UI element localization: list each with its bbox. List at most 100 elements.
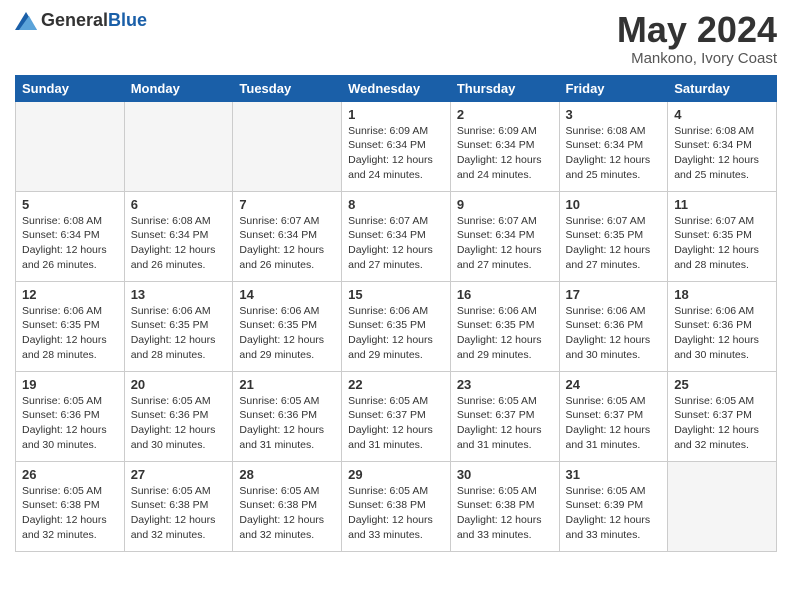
day-info: Sunrise: 6:09 AMSunset: 6:34 PMDaylight:… <box>348 125 433 181</box>
day-info: Sunrise: 6:05 AMSunset: 6:36 PMDaylight:… <box>22 395 107 451</box>
day-info: Sunrise: 6:06 AMSunset: 6:35 PMDaylight:… <box>348 305 433 361</box>
calendar-cell: 14 Sunrise: 6:06 AMSunset: 6:35 PMDaylig… <box>233 281 342 371</box>
calendar-cell: 11 Sunrise: 6:07 AMSunset: 6:35 PMDaylig… <box>668 191 777 281</box>
day-info: Sunrise: 6:09 AMSunset: 6:34 PMDaylight:… <box>457 125 542 181</box>
calendar-cell: 13 Sunrise: 6:06 AMSunset: 6:35 PMDaylig… <box>124 281 233 371</box>
day-number: 1 <box>348 107 444 122</box>
calendar-cell: 16 Sunrise: 6:06 AMSunset: 6:35 PMDaylig… <box>450 281 559 371</box>
day-number: 29 <box>348 467 444 482</box>
day-number: 6 <box>131 197 227 212</box>
day-info: Sunrise: 6:05 AMSunset: 6:38 PMDaylight:… <box>22 485 107 541</box>
day-number: 8 <box>348 197 444 212</box>
col-tuesday: Tuesday <box>233 75 342 101</box>
day-number: 21 <box>239 377 335 392</box>
day-number: 26 <box>22 467 118 482</box>
day-info: Sunrise: 6:05 AMSunset: 6:37 PMDaylight:… <box>566 395 651 451</box>
day-number: 16 <box>457 287 553 302</box>
day-info: Sunrise: 6:08 AMSunset: 6:34 PMDaylight:… <box>22 215 107 271</box>
calendar-cell: 10 Sunrise: 6:07 AMSunset: 6:35 PMDaylig… <box>559 191 668 281</box>
day-number: 10 <box>566 197 662 212</box>
title-block: May 2024 Mankono, Ivory Coast <box>617 10 777 67</box>
day-info: Sunrise: 6:06 AMSunset: 6:35 PMDaylight:… <box>457 305 542 361</box>
calendar-cell: 30 Sunrise: 6:05 AMSunset: 6:38 PMDaylig… <box>450 461 559 551</box>
logo-text: GeneralBlue <box>41 10 147 31</box>
calendar-cell: 20 Sunrise: 6:05 AMSunset: 6:36 PMDaylig… <box>124 371 233 461</box>
calendar-cell: 22 Sunrise: 6:05 AMSunset: 6:37 PMDaylig… <box>342 371 451 461</box>
week-row-0: 1 Sunrise: 6:09 AMSunset: 6:34 PMDayligh… <box>16 101 777 191</box>
calendar-cell: 26 Sunrise: 6:05 AMSunset: 6:38 PMDaylig… <box>16 461 125 551</box>
calendar-cell: 12 Sunrise: 6:06 AMSunset: 6:35 PMDaylig… <box>16 281 125 371</box>
day-info: Sunrise: 6:06 AMSunset: 6:35 PMDaylight:… <box>131 305 216 361</box>
day-number: 31 <box>566 467 662 482</box>
page-header: GeneralBlue May 2024 Mankono, Ivory Coas… <box>15 10 777 67</box>
calendar-cell <box>124 101 233 191</box>
day-info: Sunrise: 6:07 AMSunset: 6:34 PMDaylight:… <box>348 215 433 271</box>
calendar-cell: 3 Sunrise: 6:08 AMSunset: 6:34 PMDayligh… <box>559 101 668 191</box>
day-number: 13 <box>131 287 227 302</box>
calendar-cell: 2 Sunrise: 6:09 AMSunset: 6:34 PMDayligh… <box>450 101 559 191</box>
week-row-4: 26 Sunrise: 6:05 AMSunset: 6:38 PMDaylig… <box>16 461 777 551</box>
col-sunday: Sunday <box>16 75 125 101</box>
day-info: Sunrise: 6:06 AMSunset: 6:35 PMDaylight:… <box>239 305 324 361</box>
day-info: Sunrise: 6:05 AMSunset: 6:37 PMDaylight:… <box>457 395 542 451</box>
day-number: 15 <box>348 287 444 302</box>
day-info: Sunrise: 6:05 AMSunset: 6:36 PMDaylight:… <box>239 395 324 451</box>
day-info: Sunrise: 6:05 AMSunset: 6:37 PMDaylight:… <box>674 395 759 451</box>
calendar-cell: 6 Sunrise: 6:08 AMSunset: 6:34 PMDayligh… <box>124 191 233 281</box>
calendar-cell: 4 Sunrise: 6:08 AMSunset: 6:34 PMDayligh… <box>668 101 777 191</box>
day-number: 23 <box>457 377 553 392</box>
week-row-2: 12 Sunrise: 6:06 AMSunset: 6:35 PMDaylig… <box>16 281 777 371</box>
day-info: Sunrise: 6:06 AMSunset: 6:35 PMDaylight:… <box>22 305 107 361</box>
calendar-cell: 18 Sunrise: 6:06 AMSunset: 6:36 PMDaylig… <box>668 281 777 371</box>
calendar-cell: 29 Sunrise: 6:05 AMSunset: 6:38 PMDaylig… <box>342 461 451 551</box>
day-number: 22 <box>348 377 444 392</box>
day-number: 5 <box>22 197 118 212</box>
day-info: Sunrise: 6:07 AMSunset: 6:34 PMDaylight:… <box>239 215 324 271</box>
calendar-cell <box>668 461 777 551</box>
calendar-cell: 8 Sunrise: 6:07 AMSunset: 6:34 PMDayligh… <box>342 191 451 281</box>
day-info: Sunrise: 6:08 AMSunset: 6:34 PMDaylight:… <box>674 125 759 181</box>
day-number: 30 <box>457 467 553 482</box>
day-number: 25 <box>674 377 770 392</box>
day-info: Sunrise: 6:08 AMSunset: 6:34 PMDaylight:… <box>566 125 651 181</box>
day-info: Sunrise: 6:08 AMSunset: 6:34 PMDaylight:… <box>131 215 216 271</box>
day-info: Sunrise: 6:05 AMSunset: 6:36 PMDaylight:… <box>131 395 216 451</box>
day-number: 18 <box>674 287 770 302</box>
day-info: Sunrise: 6:06 AMSunset: 6:36 PMDaylight:… <box>566 305 651 361</box>
day-number: 27 <box>131 467 227 482</box>
day-info: Sunrise: 6:05 AMSunset: 6:38 PMDaylight:… <box>131 485 216 541</box>
day-info: Sunrise: 6:05 AMSunset: 6:38 PMDaylight:… <box>457 485 542 541</box>
calendar-cell: 31 Sunrise: 6:05 AMSunset: 6:39 PMDaylig… <box>559 461 668 551</box>
day-number: 9 <box>457 197 553 212</box>
calendar-cell: 9 Sunrise: 6:07 AMSunset: 6:34 PMDayligh… <box>450 191 559 281</box>
calendar-cell: 5 Sunrise: 6:08 AMSunset: 6:34 PMDayligh… <box>16 191 125 281</box>
calendar-cell <box>233 101 342 191</box>
day-info: Sunrise: 6:05 AMSunset: 6:38 PMDaylight:… <box>239 485 324 541</box>
day-info: Sunrise: 6:07 AMSunset: 6:35 PMDaylight:… <box>566 215 651 271</box>
header-row: Sunday Monday Tuesday Wednesday Thursday… <box>16 75 777 101</box>
subtitle: Mankono, Ivory Coast <box>617 50 777 67</box>
day-info: Sunrise: 6:05 AMSunset: 6:39 PMDaylight:… <box>566 485 651 541</box>
day-number: 12 <box>22 287 118 302</box>
calendar-cell: 7 Sunrise: 6:07 AMSunset: 6:34 PMDayligh… <box>233 191 342 281</box>
day-number: 17 <box>566 287 662 302</box>
calendar-cell: 28 Sunrise: 6:05 AMSunset: 6:38 PMDaylig… <box>233 461 342 551</box>
main-title: May 2024 <box>617 10 777 50</box>
day-number: 7 <box>239 197 335 212</box>
day-info: Sunrise: 6:07 AMSunset: 6:35 PMDaylight:… <box>674 215 759 271</box>
day-number: 20 <box>131 377 227 392</box>
calendar-cell: 27 Sunrise: 6:05 AMSunset: 6:38 PMDaylig… <box>124 461 233 551</box>
calendar-cell <box>16 101 125 191</box>
day-number: 14 <box>239 287 335 302</box>
col-thursday: Thursday <box>450 75 559 101</box>
logo-icon <box>15 12 37 30</box>
logo: GeneralBlue <box>15 10 147 31</box>
week-row-1: 5 Sunrise: 6:08 AMSunset: 6:34 PMDayligh… <box>16 191 777 281</box>
calendar-cell: 15 Sunrise: 6:06 AMSunset: 6:35 PMDaylig… <box>342 281 451 371</box>
week-row-3: 19 Sunrise: 6:05 AMSunset: 6:36 PMDaylig… <box>16 371 777 461</box>
day-number: 19 <box>22 377 118 392</box>
calendar-cell: 24 Sunrise: 6:05 AMSunset: 6:37 PMDaylig… <box>559 371 668 461</box>
day-number: 24 <box>566 377 662 392</box>
calendar-cell: 17 Sunrise: 6:06 AMSunset: 6:36 PMDaylig… <box>559 281 668 371</box>
day-number: 4 <box>674 107 770 122</box>
